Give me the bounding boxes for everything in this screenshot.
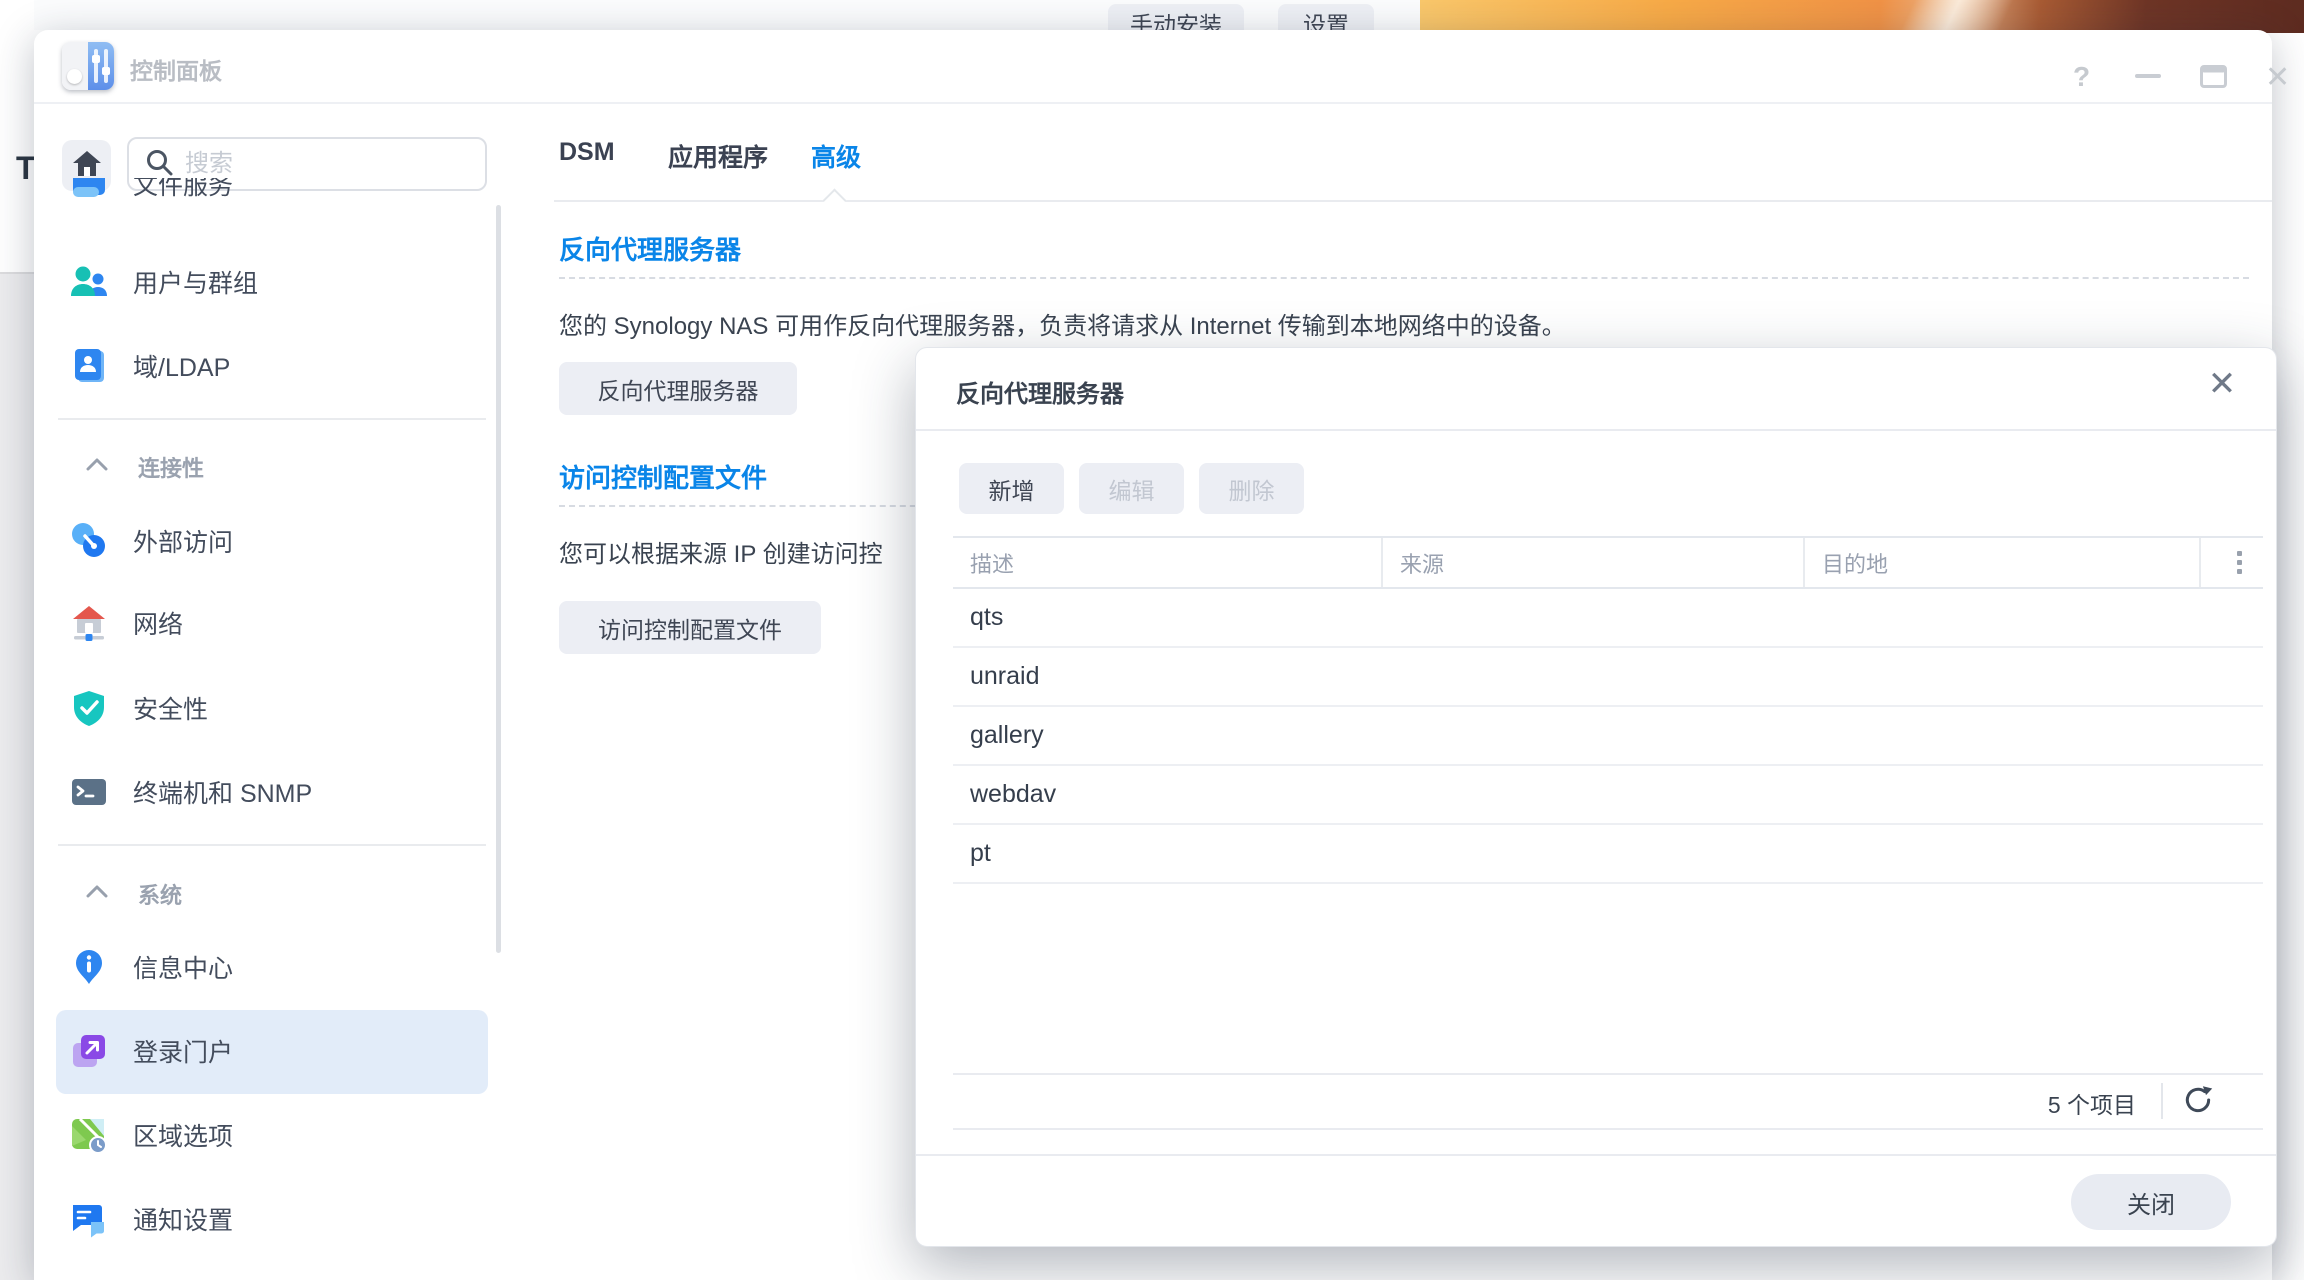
reverse-proxy-dialog: 反向代理服务器 ✕ 新增 编辑 删除 描述 来源 目的地 qts unraid (915, 347, 2277, 1247)
info-center-icon (70, 948, 108, 986)
terminal-icon (70, 773, 108, 811)
desktop: T 手动安装 设置 控制面板 ? ✕ (0, 0, 2304, 1280)
tab-applications[interactable]: 应用程序 (668, 138, 768, 174)
window-title: 控制面板 (130, 52, 222, 86)
item-count-label: 5 个项目 (953, 1086, 2136, 1120)
notification-icon (70, 1200, 108, 1238)
domain-ldap-icon (70, 347, 108, 385)
minimize-icon[interactable] (2135, 74, 2161, 78)
search-input[interactable] (185, 150, 455, 178)
manual-install-button[interactable]: 手动安装 (1108, 4, 1244, 30)
settings-button[interactable]: 设置 (1278, 4, 1374, 30)
external-access-icon (70, 522, 108, 560)
chevron-up-icon (86, 885, 108, 903)
background-toolbar: 手动安装 设置 (34, 0, 1420, 30)
maximize-icon[interactable] (2200, 65, 2227, 93)
desktop-wallpaper (1420, 0, 2304, 33)
network-icon (70, 604, 108, 642)
column-header-destination[interactable]: 目的地 (1805, 538, 2201, 587)
table-row[interactable]: gallery (953, 707, 2263, 766)
table-row[interactable]: webdav (953, 766, 2263, 825)
dialog-footer-divider (916, 1154, 2276, 1156)
tab-dsm[interactable]: DSM (559, 138, 615, 167)
background-tab-label: T (16, 150, 36, 187)
sidebar-item-domain-ldap[interactable]: 域/LDAP (70, 340, 490, 392)
table-row[interactable]: qts (953, 589, 2263, 648)
pagination-divider (953, 1073, 2263, 1075)
pagination-separator (2161, 1083, 2163, 1119)
login-portal-icon (70, 1032, 108, 1070)
section-heading-access-control[interactable]: 访问控制配置文件 (559, 458, 767, 495)
sidebar-section-system[interactable]: 系统 (86, 874, 466, 914)
sidebar-item-regional-options[interactable]: 区域选项 (70, 1109, 490, 1161)
access-control-description: 您可以根据来源 IP 创建访问控 (559, 534, 883, 569)
table-header: 描述 来源 目的地 (953, 536, 2263, 589)
section-heading-reverse-proxy[interactable]: 反向代理服务器 (559, 230, 741, 267)
reverse-proxy-description: 您的 Synology NAS 可用作反向代理服务器，负责将请求从 Intern… (559, 306, 1566, 341)
background-panel (0, 272, 34, 1280)
close-icon[interactable]: ✕ (2265, 63, 2290, 93)
help-icon[interactable]: ? (2073, 60, 2090, 94)
column-menu-cell[interactable] (2201, 538, 2261, 587)
table-row[interactable]: unraid (953, 648, 2263, 707)
dialog-close-icon[interactable]: ✕ (2204, 366, 2240, 402)
background-window-strip: T (0, 0, 34, 1280)
sidebar-item-network[interactable]: 网络 (70, 597, 490, 649)
refresh-icon (2182, 1084, 2214, 1121)
dialog-divider (916, 429, 2276, 431)
sidebar-item-security[interactable]: 安全性 (70, 682, 490, 734)
users-groups-icon (70, 263, 108, 301)
sidebar-item-file-services[interactable]: 文件服务 (70, 178, 490, 224)
chevron-up-icon (86, 458, 108, 476)
sidebar-scrollbar[interactable] (496, 205, 501, 953)
pagination-divider (953, 1128, 2263, 1130)
tab-underline (554, 200, 2272, 202)
regional-options-icon (70, 1116, 108, 1154)
active-tab-notch (822, 188, 846, 212)
file-services-icon (70, 178, 108, 203)
access-control-button[interactable]: 访问控制配置文件 (559, 601, 821, 654)
sidebar-item-info-center[interactable]: 信息中心 (70, 941, 490, 993)
sidebar-item-terminal-snmp[interactable]: 终端机和 SNMP (70, 766, 490, 818)
table-row[interactable]: pt (953, 825, 2263, 884)
sidebar-item-users-groups[interactable]: 用户与群组 (70, 256, 490, 308)
sidebar-item-login-portal[interactable]: 登录门户 (70, 1025, 490, 1077)
delete-button[interactable]: 删除 (1199, 463, 1304, 514)
dialog-title: 反向代理服务器 (956, 374, 1124, 409)
tab-advanced[interactable]: 高级 (811, 138, 861, 174)
reverse-proxy-button[interactable]: 反向代理服务器 (559, 362, 797, 415)
edit-button[interactable]: 编辑 (1079, 463, 1184, 514)
kebab-menu-icon (2237, 551, 2242, 574)
sidebar-divider (58, 418, 486, 420)
close-dialog-button[interactable]: 关闭 (2071, 1174, 2231, 1230)
column-header-description[interactable]: 描述 (953, 538, 1383, 587)
search-icon (145, 148, 173, 181)
column-header-source[interactable]: 来源 (1383, 538, 1805, 587)
security-shield-icon (70, 689, 108, 727)
sidebar-section-connectivity[interactable]: 连接性 (86, 447, 466, 487)
add-button[interactable]: 新增 (959, 463, 1064, 514)
refresh-button[interactable] (2178, 1082, 2218, 1122)
titlebar-divider (34, 102, 2272, 104)
section-divider (559, 277, 2249, 279)
sidebar-item-external-access[interactable]: 外部访问 (70, 515, 490, 567)
sidebar-divider (58, 844, 486, 846)
control-panel-app-icon (62, 42, 114, 90)
sidebar-item-notification-settings[interactable]: 通知设置 (70, 1193, 490, 1245)
